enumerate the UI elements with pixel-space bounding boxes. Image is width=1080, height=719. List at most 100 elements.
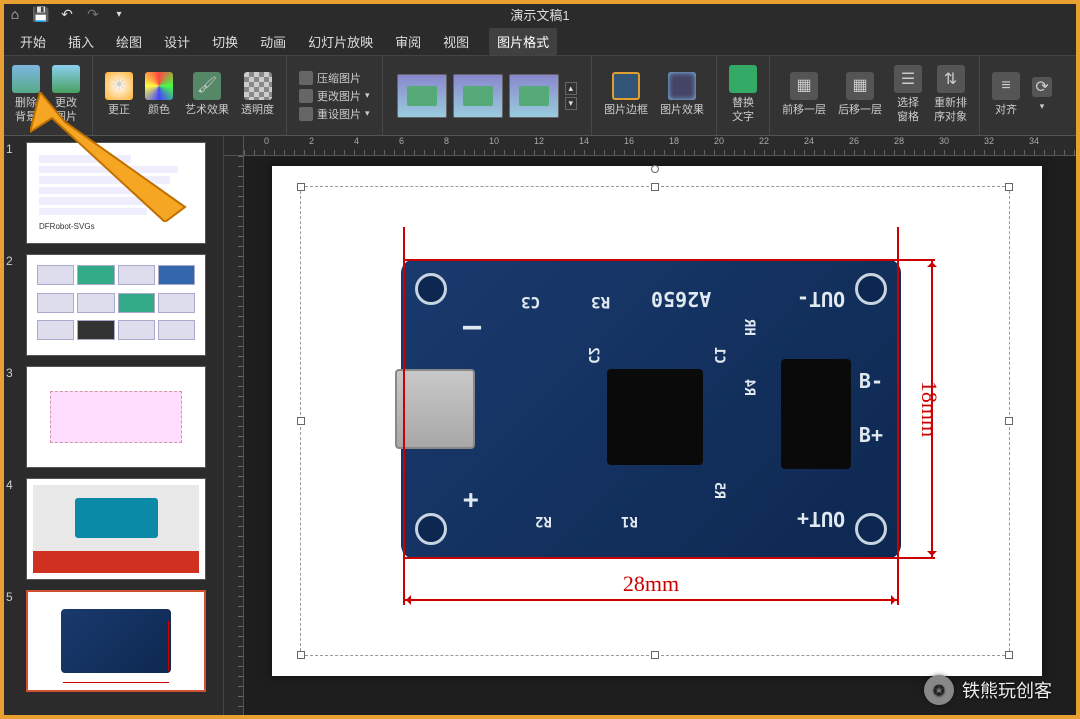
tab-insert[interactable]: 插入: [66, 28, 96, 55]
color-button[interactable]: 颜色: [139, 68, 179, 123]
corrections-button[interactable]: ☀ 更正: [99, 68, 139, 123]
thumb-1[interactable]: 1 DFRobot-SVGs: [6, 142, 217, 244]
corrections-label: 更正: [108, 104, 130, 117]
pcb-image: — + C3 R3 A2650 OUT- OUT+ B- B+ R2 R1 C2…: [401, 259, 901, 559]
effects-label: 图片效果: [660, 104, 704, 117]
resize-handle-ne[interactable]: [1005, 183, 1013, 191]
silk-r4: R4: [741, 379, 757, 396]
tab-view[interactable]: 视图: [441, 28, 471, 55]
height-label: 18mm: [916, 381, 942, 437]
silk-plus: +: [463, 485, 479, 515]
watermark: ✪ 铁熊玩创客: [924, 675, 1052, 705]
silk-c2: C2: [585, 347, 601, 364]
rotate-handle[interactable]: [651, 165, 659, 173]
thumb-canvas-1[interactable]: DFRobot-SVGs: [26, 142, 206, 244]
alt-text-icon: [729, 65, 757, 93]
tab-slideshow[interactable]: 幻灯片放映: [306, 28, 375, 55]
style-preset-2[interactable]: [453, 74, 503, 118]
picture-effects-button[interactable]: 图片效果: [654, 68, 710, 123]
style-preset-1[interactable]: [397, 74, 447, 118]
rotate-icon: ⟳: [1032, 77, 1052, 97]
border-label: 图片边框: [604, 104, 648, 117]
swap-picture-button[interactable]: 更改图片 ▾: [299, 88, 370, 104]
reorder-label: 重新排 序对象: [934, 97, 967, 123]
qat-more-icon[interactable]: ▾: [110, 5, 128, 23]
resize-handle-w[interactable]: [297, 417, 305, 425]
silk-a2650: A2650: [651, 287, 711, 311]
reset-icon: [299, 107, 313, 121]
selection-pane-button[interactable]: ☰ 选择 窗格: [888, 61, 928, 129]
undo-icon[interactable]: ↶: [58, 5, 76, 23]
gallery-up-icon[interactable]: ▴: [565, 82, 578, 95]
picture-border-button[interactable]: 图片边框: [598, 68, 654, 123]
tab-transition[interactable]: 切换: [210, 28, 240, 55]
thumb-canvas-4[interactable]: [26, 478, 206, 580]
redo-icon[interactable]: ↷: [84, 5, 102, 23]
ribbon: 删除 背景 更改 图片 ☀ 更正 颜色 🖌 艺术效果 透明度 压缩图片 更改图片…: [0, 56, 1080, 136]
picture-styles-gallery[interactable]: ▴ ▾: [389, 74, 586, 118]
align-icon: ≡: [992, 72, 1020, 100]
artistic-effects-button[interactable]: 🖌 艺术效果: [179, 68, 235, 123]
remove-background-button[interactable]: 删除 背景: [6, 61, 46, 129]
resize-handle-nw[interactable]: [297, 183, 305, 191]
tab-home[interactable]: 开始: [18, 28, 48, 55]
silk-minus: —: [463, 309, 481, 344]
resize-handle-sw[interactable]: [297, 651, 305, 659]
silk-r5: R5: [711, 482, 727, 499]
thumb-canvas-5[interactable]: [26, 590, 206, 692]
reset-picture-button[interactable]: 重设图片 ▾: [299, 106, 370, 122]
transparency-button[interactable]: 透明度: [235, 68, 280, 123]
slide-canvas-area[interactable]: 0 2 4 6 8 10 12 14 16 18 20 22 24 26 28 …: [224, 136, 1080, 719]
tab-design[interactable]: 设计: [162, 28, 192, 55]
sel-pane-label: 选择 窗格: [897, 97, 919, 123]
home-icon[interactable]: ⌂: [6, 5, 24, 23]
change-picture-button[interactable]: 更改 图片: [46, 61, 86, 129]
thumb-4[interactable]: 4: [6, 478, 217, 580]
resize-handle-se[interactable]: [1005, 651, 1013, 659]
ruler-corner: [224, 136, 244, 156]
thumb-2[interactable]: 2: [6, 254, 217, 356]
selected-image[interactable]: — + C3 R3 A2650 OUT- OUT+ B- B+ R2 R1 C2…: [300, 186, 1010, 656]
rotate-button[interactable]: ⟳ ▾: [1026, 73, 1058, 118]
alt-text-button[interactable]: 替换 文字: [723, 61, 763, 129]
resize-handle-n[interactable]: [651, 183, 659, 191]
tab-picture-format[interactable]: 图片格式: [489, 28, 557, 55]
main-chip: [607, 369, 703, 465]
thumb-canvas-3[interactable]: [26, 366, 206, 468]
send-back-icon: ▦: [846, 72, 874, 100]
quick-access-toolbar: ⌂ 💾 ↶ ↷ ▾: [6, 5, 128, 23]
silk-hr: HR: [741, 319, 757, 336]
resize-handle-e[interactable]: [1005, 417, 1013, 425]
title-bar: ⌂ 💾 ↶ ↷ ▾ 演示文稿1: [0, 0, 1080, 28]
watermark-text: 铁熊玩创客: [962, 677, 1052, 703]
bring-forward-button[interactable]: ▦ 前移一层: [776, 68, 832, 123]
reorder-button[interactable]: ⇅ 重新排 序对象: [928, 61, 973, 129]
slide[interactable]: — + C3 R3 A2650 OUT- OUT+ B- B+ R2 R1 C2…: [272, 166, 1042, 676]
thumb-5[interactable]: 5: [6, 590, 217, 692]
change-pic-icon: [52, 65, 80, 93]
width-dimension: 28mm: [403, 569, 899, 609]
silk-out-top: OUT-: [797, 287, 845, 311]
slide-thumbnails-panel[interactable]: 1 DFRobot-SVGs 2: [0, 136, 224, 719]
tab-review[interactable]: 审阅: [393, 28, 423, 55]
thumb-canvas-2[interactable]: [26, 254, 206, 356]
silk-r2: R2: [535, 513, 552, 529]
save-icon[interactable]: 💾: [32, 5, 50, 23]
tab-animation[interactable]: 动画: [258, 28, 288, 55]
align-button[interactable]: ≡ 对齐: [986, 68, 1026, 123]
silk-b-plus: B+: [859, 423, 883, 447]
artistic-label: 艺术效果: [185, 104, 229, 117]
workspace: 1 DFRobot-SVGs 2: [0, 136, 1080, 719]
resize-handle-s[interactable]: [651, 651, 659, 659]
vertical-ruler: [224, 156, 244, 719]
color-icon: [145, 72, 173, 100]
compress-picture-button[interactable]: 压缩图片: [299, 70, 370, 86]
send-backward-button[interactable]: ▦ 后移一层: [832, 68, 888, 123]
tab-draw[interactable]: 绘图: [114, 28, 144, 55]
style-preset-3[interactable]: [509, 74, 559, 118]
gallery-down-icon[interactable]: ▾: [565, 97, 578, 110]
silk-r3: R3: [591, 293, 610, 312]
alt-text-label: 替换 文字: [732, 97, 754, 123]
send-back-label: 后移一层: [838, 104, 882, 117]
thumb-3[interactable]: 3: [6, 366, 217, 468]
